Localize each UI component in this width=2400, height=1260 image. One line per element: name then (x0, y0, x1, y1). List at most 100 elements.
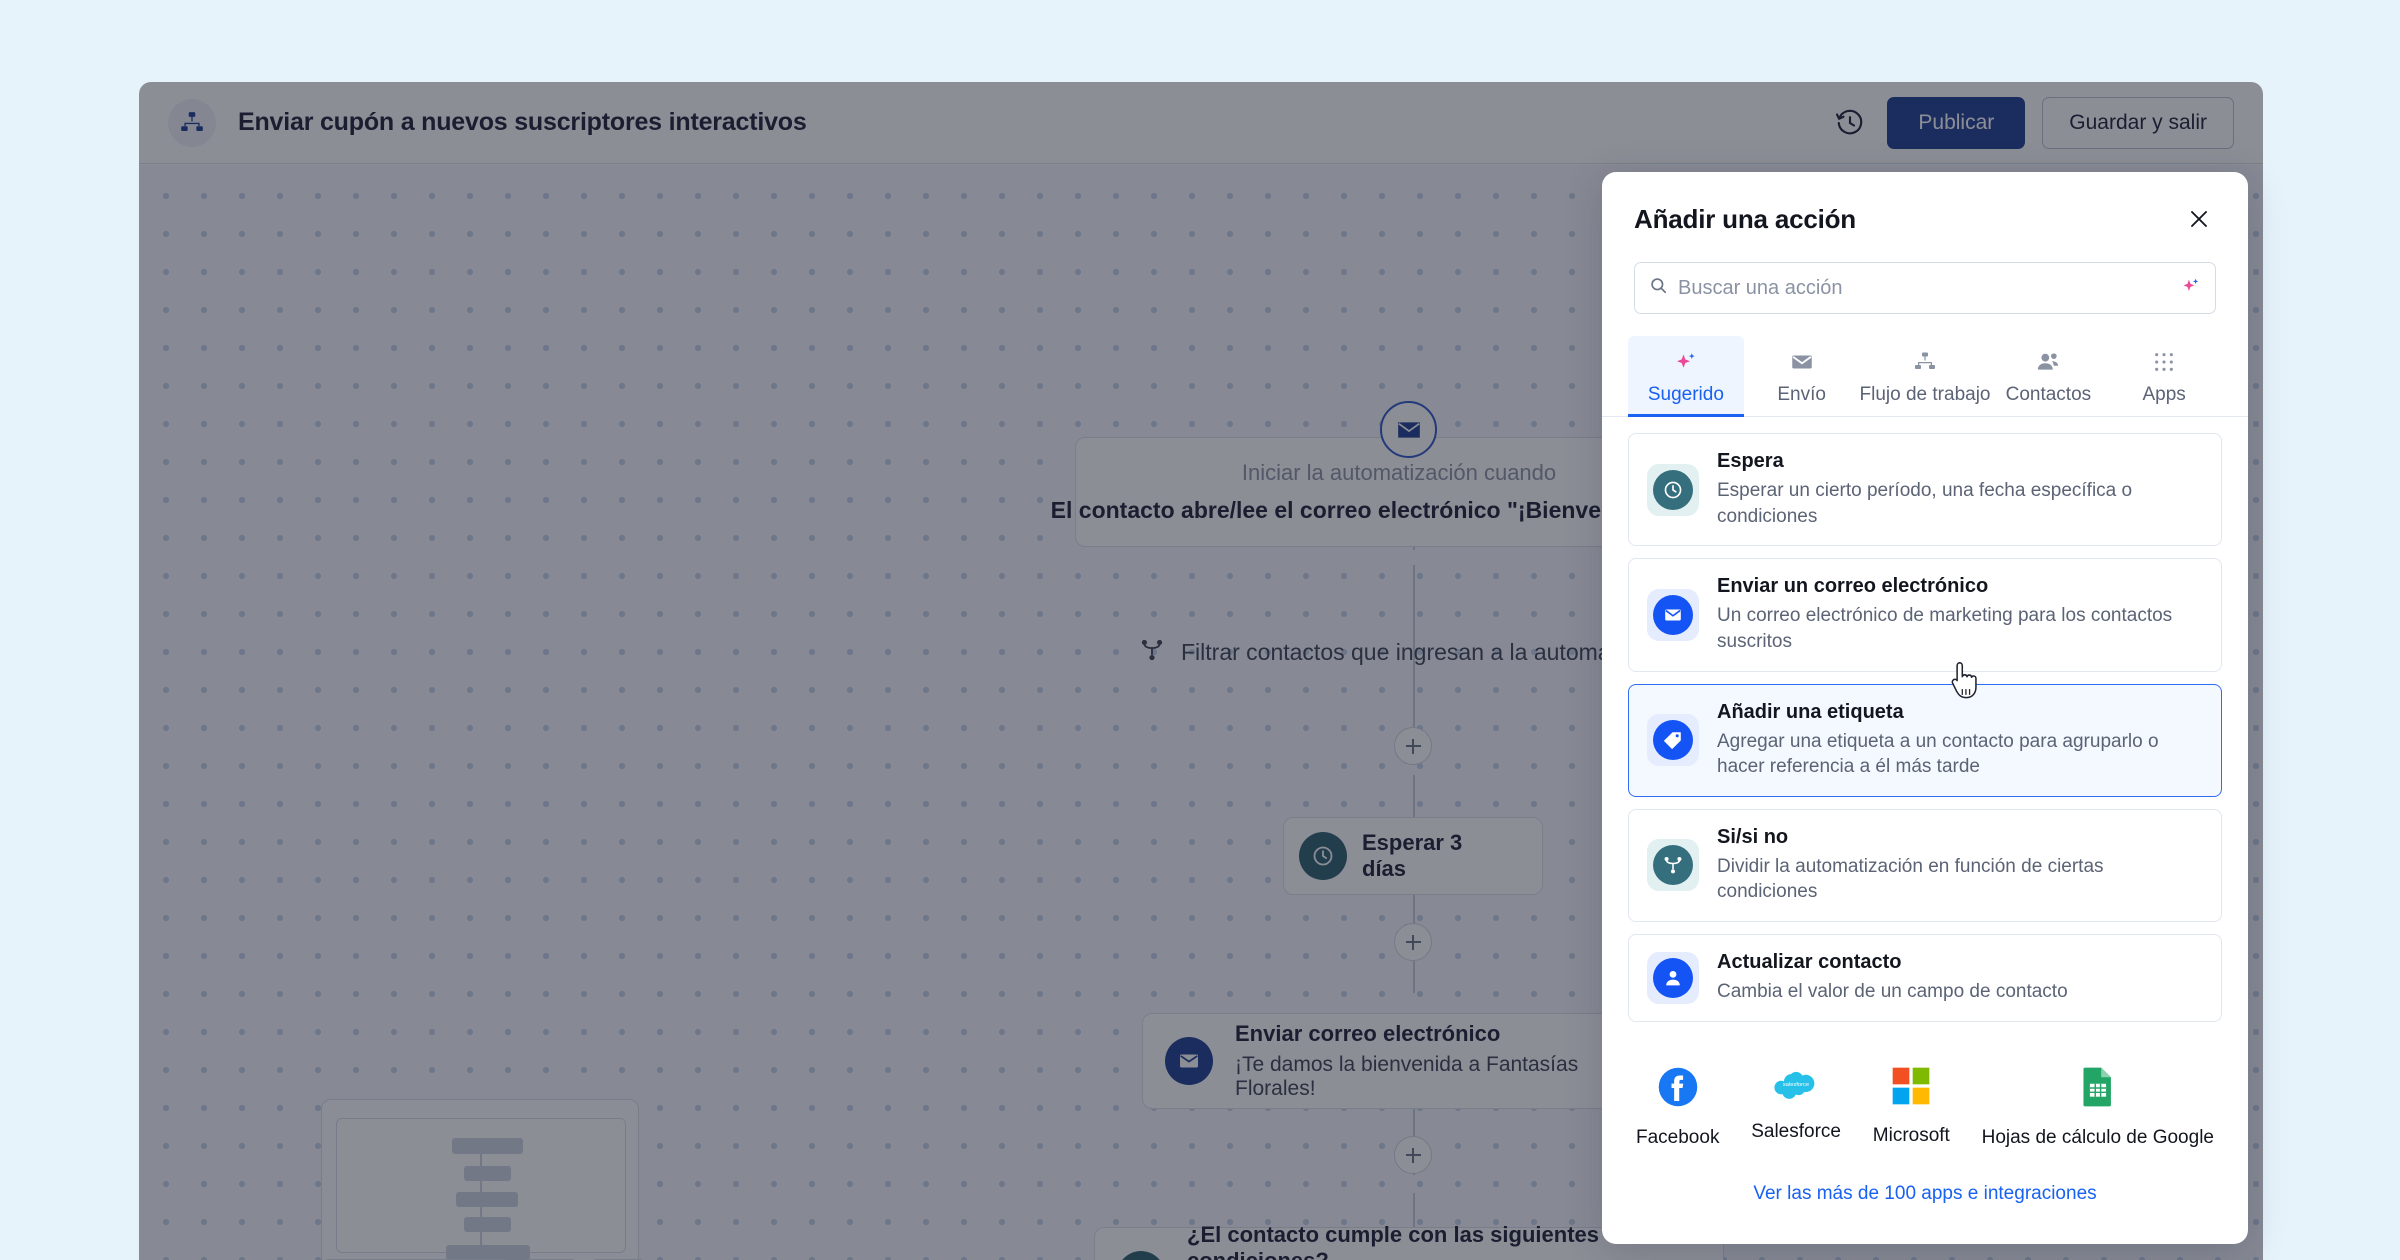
app-tile-salesforce[interactable]: salesforce Salesforce (1751, 1066, 1841, 1149)
minimap-node (456, 1192, 518, 1207)
app-label: Microsoft (1873, 1125, 1950, 1147)
tab-label: Envío (1777, 384, 1826, 406)
minimap-node (464, 1166, 511, 1181)
search-field-wrapper[interactable] (1634, 262, 2216, 314)
tab-contactos[interactable]: Contactos (1991, 336, 2107, 416)
action-text: Añadir una etiqueta Agregar una etiqueta… (1717, 701, 2203, 780)
header-actions: Publicar Guardar y salir (1830, 97, 2263, 149)
app-tile-facebook[interactable]: Facebook (1636, 1066, 1719, 1149)
action-description: Esperar un cierto período, una fecha esp… (1717, 478, 2203, 529)
envelope-icon (1380, 401, 1437, 458)
action-icon (1647, 952, 1699, 1004)
action-description: Agregar una etiqueta a un contacto para … (1717, 729, 2203, 780)
tab-label: Contactos (2006, 384, 2092, 406)
split-branch-icon (1117, 1251, 1165, 1260)
node-icon (1284, 818, 1362, 894)
sparkle-icon (1674, 348, 1698, 376)
trigger-subtitle: Iniciar la automatización cuando (1242, 460, 1556, 486)
node-title: Esperar 3 días (1362, 830, 1512, 882)
sparkle-icon[interactable] (2181, 276, 2201, 301)
action-title: Si/si no (1717, 826, 2203, 849)
action-description: Un correo electrónico de marketing para … (1717, 603, 2203, 654)
app-tile-microsoft[interactable]: Microsoft (1873, 1066, 1950, 1149)
action-item-espera[interactable]: Espera Esperar un cierto período, una fe… (1628, 433, 2222, 546)
view-all-apps-link[interactable]: Ver las más de 100 apps e integraciones (1602, 1183, 2248, 1205)
minimap[interactable] (321, 1099, 639, 1260)
history-clock-icon[interactable] (1830, 103, 1870, 143)
action-description: Cambia el valor de un campo de contacto (1717, 979, 2068, 1005)
search-input[interactable] (1678, 277, 2171, 300)
google-sheets-logo (2081, 1066, 2115, 1113)
split-branch-icon (1139, 637, 1165, 668)
save-and-exit-button[interactable]: Guardar y salir (2042, 97, 2234, 149)
node-icon (1095, 1228, 1187, 1260)
action-item-anadir-etiqueta[interactable]: Añadir una etiqueta Agregar una etiqueta… (1628, 684, 2222, 797)
action-icon (1647, 839, 1699, 891)
panel-tabs: Sugerido Envío Flujo de trabajo (1602, 336, 2248, 417)
add-action-panel: Añadir una acción (1602, 172, 2248, 1244)
tab-sugerido[interactable]: Sugerido (1628, 336, 1744, 416)
panel-header: Añadir una acción (1602, 172, 2248, 236)
clock-icon (1299, 832, 1347, 880)
envelope-icon (1653, 595, 1693, 635)
close-icon[interactable] (2182, 202, 2216, 236)
facebook-logo (1657, 1066, 1699, 1113)
action-text: Si/si no Dividir la automatización en fu… (1717, 826, 2203, 905)
app-label: Facebook (1636, 1127, 1719, 1149)
tab-apps[interactable]: Apps (2106, 336, 2222, 416)
node-title: Enviar correo electrónico (1235, 1021, 1641, 1047)
sitemap-icon (168, 99, 216, 147)
envelope-icon (1789, 348, 1815, 376)
action-text: Actualizar contacto Cambia el valor de u… (1717, 951, 2068, 1005)
action-text: Espera Esperar un cierto período, una fe… (1717, 450, 2203, 529)
clock-icon (1653, 470, 1693, 510)
page-title: Enviar cupón a nuevos suscriptores inter… (238, 108, 807, 137)
action-item-enviar-correo[interactable]: Enviar un correo electrónico Un correo e… (1628, 558, 2222, 671)
contacts-icon (2035, 348, 2061, 376)
salesforce-logo: salesforce (1773, 1066, 1819, 1107)
app-tile-google-sheets[interactable]: Hojas de cálculo de Google (1982, 1066, 2214, 1149)
action-list: Espera Esperar un cierto período, una fe… (1602, 417, 2248, 1022)
publish-button[interactable]: Publicar (1887, 97, 2025, 149)
header-left-group: Enviar cupón a nuevos suscriptores inter… (139, 99, 1830, 147)
action-icon (1647, 589, 1699, 641)
app-label: Salesforce (1751, 1121, 1841, 1143)
svg-text:salesforce: salesforce (1783, 1082, 1809, 1088)
grid-dots-icon (2153, 348, 2175, 376)
add-step-button[interactable] (1394, 727, 1432, 765)
split-branch-icon (1653, 845, 1693, 885)
tab-label: Flujo de trabajo (1860, 384, 1991, 406)
app-header: Enviar cupón a nuevos suscriptores inter… (139, 82, 2263, 164)
tab-label: Sugerido (1648, 384, 1724, 406)
microsoft-logo (1891, 1066, 1931, 1111)
node-icon (1143, 1014, 1235, 1108)
app-label: Hojas de cálculo de Google (1982, 1127, 2214, 1149)
action-description: Dividir la automatización en función de … (1717, 854, 2203, 905)
action-title: Añadir una etiqueta (1717, 701, 2203, 724)
sitemap-icon (1913, 348, 1937, 376)
action-item-actualizar-contacto[interactable]: Actualizar contacto Cambia el valor de u… (1628, 934, 2222, 1022)
tab-flujo-de-trabajo[interactable]: Flujo de trabajo (1860, 336, 1991, 416)
action-icon (1647, 464, 1699, 516)
minimap-node (452, 1138, 523, 1154)
tab-envio[interactable]: Envío (1744, 336, 1860, 416)
flow-node-wait[interactable]: Esperar 3 días (1283, 817, 1543, 895)
search-icon (1649, 276, 1668, 300)
apps-row: Facebook salesforce Salesforce Microsof (1602, 1022, 2248, 1149)
node-body: Esperar 3 días (1362, 830, 1542, 882)
action-title: Actualizar contacto (1717, 951, 2068, 974)
action-title: Enviar un correo electrónico (1717, 575, 2203, 598)
action-title: Espera (1717, 450, 2203, 473)
panel-title: Añadir una acción (1634, 204, 1856, 235)
person-icon (1653, 958, 1693, 998)
envelope-icon (1165, 1037, 1213, 1085)
add-step-button[interactable] (1394, 923, 1432, 961)
action-item-si-si-no[interactable]: Si/si no Dividir la automatización en fu… (1628, 809, 2222, 922)
tag-icon (1653, 720, 1693, 760)
flow-node-email[interactable]: Enviar correo electrónico ¡Te damos la b… (1142, 1013, 1672, 1109)
action-text: Enviar un correo electrónico Un correo e… (1717, 575, 2203, 654)
minimap-node (464, 1217, 511, 1232)
tab-label: Apps (2142, 384, 2185, 406)
minimap-node (446, 1245, 530, 1260)
add-step-button[interactable] (1394, 1136, 1432, 1174)
